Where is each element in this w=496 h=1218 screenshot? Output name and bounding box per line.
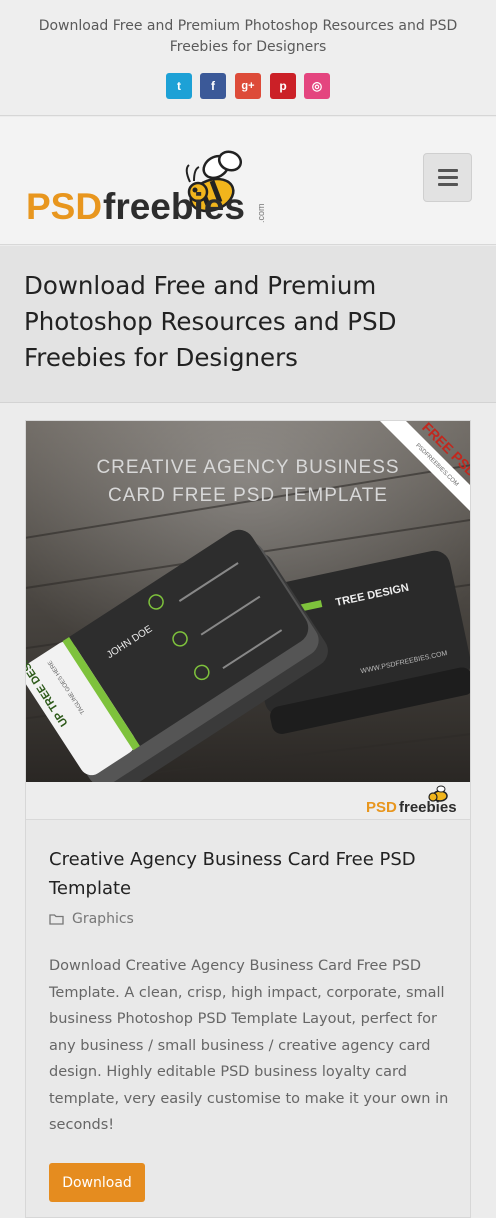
google-plus-icon[interactable]: g+ — [235, 73, 261, 99]
hamburger-icon-bar — [437, 169, 458, 172]
top-bar: Download Free and Premium Photoshop Reso… — [0, 0, 496, 116]
post-brand-strip: PSD freebies — [26, 782, 470, 820]
svg-text:CARD FREE PSD TEMPLATE: CARD FREE PSD TEMPLATE — [108, 485, 388, 506]
twitter-icon[interactable]: t — [166, 73, 192, 99]
hamburger-menu-button[interactable] — [423, 153, 472, 202]
post-meta: Graphics — [49, 911, 134, 927]
folder-icon — [49, 914, 64, 925]
post-thumbnail[interactable]: CREATIVE AGENCY BUSINESS CARD FREE PSD T… — [26, 421, 470, 782]
post-excerpt: Download Creative Agency Business Card F… — [49, 958, 449, 1133]
site-header: PSD freebies .com — [0, 117, 496, 245]
download-button[interactable]: Download — [49, 1163, 145, 1202]
svg-text:CREATIVE AGENCY BUSINESS: CREATIVE AGENCY BUSINESS — [96, 457, 399, 478]
svg-text:.com: .com — [256, 203, 266, 223]
site-tagline: Download Free and Premium Photoshop Reso… — [38, 18, 458, 55]
hamburger-icon-bar — [437, 183, 458, 186]
post-title-link[interactable]: Creative Agency Business Card Free PSD T… — [49, 845, 449, 903]
dribbble-icon[interactable]: ◎ — [304, 73, 330, 99]
svg-text:freebies: freebies — [103, 186, 245, 227]
brand-watermark: PSD freebies — [366, 785, 457, 816]
svg-text:PSD: PSD — [26, 186, 102, 227]
category-link[interactable]: Graphics — [72, 911, 134, 927]
logo-graphic: PSD freebies .com — [26, 150, 266, 227]
facebook-icon[interactable]: f — [200, 73, 226, 99]
svg-text:PSD: PSD — [366, 799, 397, 816]
post-thumbnail-image: CREATIVE AGENCY BUSINESS CARD FREE PSD T… — [26, 421, 470, 782]
hamburger-icon-bar — [437, 176, 458, 179]
svg-text:freebies: freebies — [399, 799, 457, 816]
site-logo[interactable]: PSD freebies .com — [24, 139, 274, 229]
page-title: Download Free and Premium Photoshop Reso… — [24, 271, 397, 372]
post-card: CREATIVE AGENCY BUSINESS CARD FREE PSD T… — [25, 420, 471, 1218]
pinterest-icon[interactable]: p — [270, 73, 296, 99]
